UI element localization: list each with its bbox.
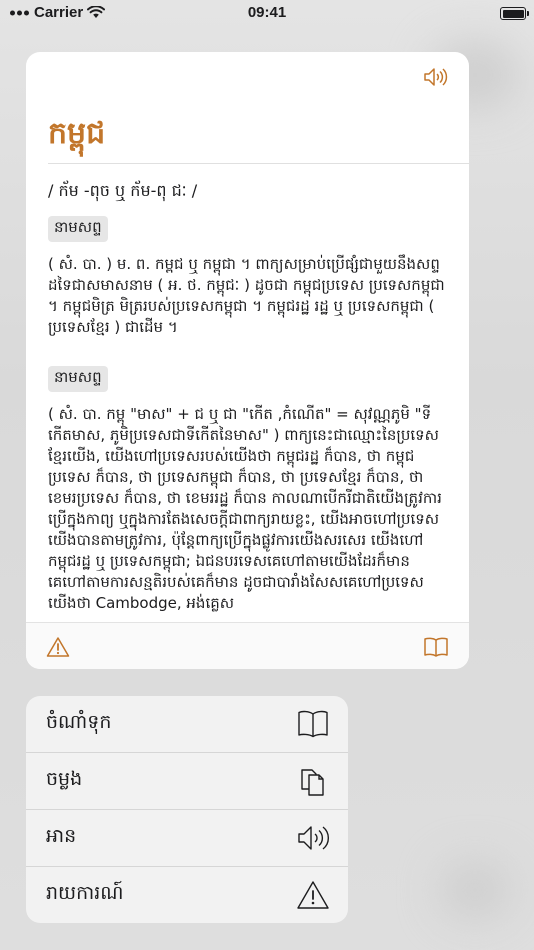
book-icon[interactable] [423,636,449,658]
pronunciation: / ក័ម -ពុច ឬ ក័ម-ពុ ជៈ / [48,181,198,200]
warning-icon[interactable] [46,636,70,658]
menu-item-read-aloud[interactable]: អាន [26,810,348,867]
menu-item-copy[interactable]: ចម្លង [26,753,348,810]
warning-icon [296,879,330,911]
menu-item-bookmark[interactable]: ចំណាំទុក [26,696,348,753]
dictionary-preview-card: កម្ពុជ / ក័ម -ពុច ឬ ក័ម-ពុ ជៈ / នាមសព្ទ … [26,52,469,669]
copy-icon [296,765,330,797]
entry: នាមសព្ទ ( សំ. បា. កម្ពុ "មាស" + ជ ឬ ជា "… [48,366,447,614]
divider [48,163,469,164]
menu-item-label: ចម្លង [46,768,83,790]
battery-icon [500,7,529,20]
part-of-speech-badge: នាមសព្ទ [48,216,108,242]
card-toolbar [26,622,469,669]
entry: នាមសព្ទ ( សំ. បា. ) ម. ព. កម្ពជ ឬ កម្ពុជ… [48,216,447,338]
status-bar: Carrier 09:41 [0,0,534,28]
speaker-icon[interactable] [423,66,449,88]
definition-scroll-area[interactable]: / ក័ម -ពុច ឬ ក័ម-ពុ ជៈ / នាមសព្ទ ( សំ. ប… [48,176,447,620]
headword: កម្ពុជ [48,116,106,151]
definition-text: ( សំ. បា. កម្ពុ "មាស" + ជ ឬ ជា "កើត ,កំណ… [48,405,442,612]
book-icon [296,708,330,740]
context-menu: ចំណាំទុក ចម្លង អាន រាយការណ៍ [26,696,348,923]
menu-item-label: រាយការណ៍ [46,882,124,904]
menu-item-label: អាន [46,825,77,847]
status-time: 09:41 [247,4,287,21]
menu-item-report[interactable]: រាយការណ៍ [26,867,348,923]
menu-item-label: ចំណាំទុក [46,711,112,733]
speaker-icon [296,822,330,854]
part-of-speech-badge: នាមសព្ទ [48,366,108,392]
definition-text: ( សំ. បា. ) ម. ព. កម្ពជ ឬ កម្ពុជា ។ ពាក្… [48,255,445,336]
